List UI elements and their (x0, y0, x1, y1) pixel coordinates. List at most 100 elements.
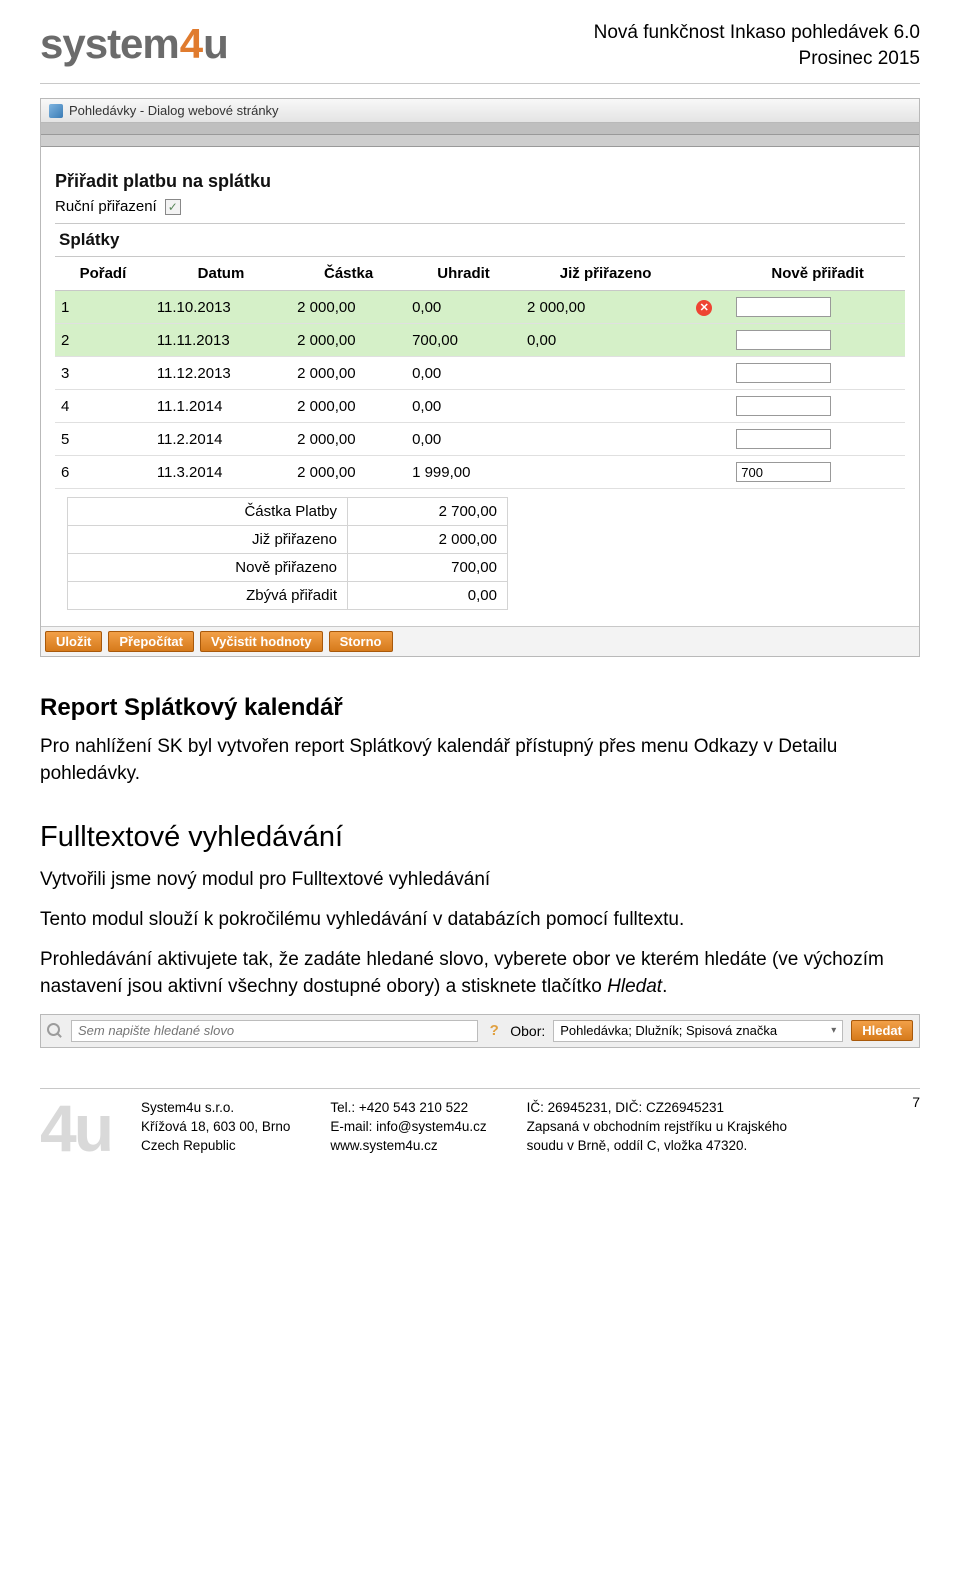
recalc-button[interactable]: Přepočítat (108, 631, 194, 652)
cell-poradi: 2 (55, 324, 151, 357)
cell-jiz (521, 456, 690, 489)
col-poradi: Pořadí (55, 257, 151, 291)
cell-castka: 2 000,00 (291, 390, 406, 423)
cell-datum: 11.11.2013 (151, 324, 291, 357)
obor-label: Obor: (510, 1023, 545, 1039)
manual-assign-checkbox[interactable]: ✓ (165, 199, 181, 215)
nove-input[interactable] (736, 396, 831, 416)
cell-uhradit: 1 999,00 (406, 456, 521, 489)
nove-input[interactable] (736, 330, 831, 350)
cell-jiz: 2 000,00 (521, 291, 690, 324)
col-datum: Datum (151, 257, 291, 291)
table-row: 111.10.20132 000,000,002 000,00✕ (55, 291, 905, 324)
cell-action: ✕ (690, 291, 730, 324)
search-button[interactable]: Hledat (851, 1020, 913, 1041)
table-row: 611.3.20142 000,001 999,00 (55, 456, 905, 489)
cell-nove (730, 423, 905, 456)
dialog-heading: Přiřadit platbu na splátku (55, 171, 905, 192)
window-icon (49, 104, 63, 118)
dialog-titlebar: Pohledávky - Dialog webové stránky (41, 99, 919, 123)
header-divider (40, 83, 920, 84)
cell-action (690, 390, 730, 423)
cell-poradi: 1 (55, 291, 151, 324)
cell-castka: 2 000,00 (291, 324, 406, 357)
col-jiz: Již přiřazeno (521, 257, 690, 291)
cell-poradi: 5 (55, 423, 151, 456)
summary-row: Nově přiřazeno700,00 (68, 554, 508, 582)
cell-castka: 2 000,00 (291, 357, 406, 390)
cell-poradi: 4 (55, 390, 151, 423)
doc-title: Nová funkčnost Inkaso pohledávek 6.0 (594, 20, 920, 46)
table-row: 311.12.20132 000,000,00 (55, 357, 905, 390)
footer-divider (40, 1088, 920, 1089)
cell-jiz (521, 357, 690, 390)
cell-datum: 11.2.2014 (151, 423, 291, 456)
col-action (690, 257, 730, 291)
cell-action (690, 357, 730, 390)
clear-button[interactable]: Vyčistit hodnoty (200, 631, 323, 652)
cell-jiz (521, 390, 690, 423)
footer-col-company: System4u s.r.o. Křížová 18, 603 00, Brno… (141, 1099, 290, 1156)
obor-dropdown[interactable]: Pohledávka; Dlužník; Spisová značka ▾ (553, 1020, 843, 1042)
installments-table: Pořadí Datum Částka Uhradit Již přiřazen… (55, 257, 905, 489)
cell-uhradit: 700,00 (406, 324, 521, 357)
save-button[interactable]: Uložit (45, 631, 102, 652)
cell-action (690, 324, 730, 357)
summary-label: Částka Platby (68, 498, 348, 526)
nove-input[interactable] (736, 363, 831, 383)
col-uhradit: Uhradit (406, 257, 521, 291)
search-icon (47, 1023, 63, 1039)
nove-input[interactable] (736, 462, 831, 482)
section2-intro: Vytvořili jsme nový modul pro Fulltextov… (40, 867, 920, 893)
summary-value: 2 000,00 (348, 526, 508, 554)
logo-text-1: system (40, 20, 179, 68)
nove-input[interactable] (736, 297, 831, 317)
cell-uhradit: 0,00 (406, 291, 521, 324)
section1-title: Report Splátkový kalendář (40, 691, 920, 724)
cell-poradi: 3 (55, 357, 151, 390)
cell-jiz (521, 423, 690, 456)
cell-nove (730, 390, 905, 423)
summary-value: 0,00 (348, 582, 508, 610)
table-row: 211.11.20132 000,00700,000,00 (55, 324, 905, 357)
storno-button[interactable]: Storno (329, 631, 393, 652)
dialog-screenshot: Pohledávky - Dialog webové stránky Přiřa… (40, 98, 920, 657)
cell-uhradit: 0,00 (406, 357, 521, 390)
obor-value: Pohledávka; Dlužník; Spisová značka (560, 1023, 777, 1038)
table-row: 411.1.20142 000,000,00 (55, 390, 905, 423)
summary-row: Již přiřazeno2 000,00 (68, 526, 508, 554)
cell-castka: 2 000,00 (291, 423, 406, 456)
summary-label: Již přiřazeno (68, 526, 348, 554)
search-input[interactable] (71, 1020, 478, 1042)
help-icon[interactable]: ? (486, 1023, 502, 1039)
cell-datum: 11.10.2013 (151, 291, 291, 324)
dialog-button-bar: Uložit Přepočítat Vyčistit hodnoty Storn… (41, 626, 919, 656)
cell-castka: 2 000,00 (291, 456, 406, 489)
section2-title: Fulltextové vyhledávání (40, 817, 920, 857)
summary-label: Nově přiřazeno (68, 554, 348, 582)
page-number: 7 (912, 1094, 920, 1110)
summary-value: 2 700,00 (348, 498, 508, 526)
col-nove: Nově přiřadit (730, 257, 905, 291)
cell-uhradit: 0,00 (406, 423, 521, 456)
section2-p2: Prohledávání aktivujete tak, že zadáte h… (40, 947, 920, 999)
table-row: 511.2.20142 000,000,00 (55, 423, 905, 456)
col-castka: Částka (291, 257, 406, 291)
logo-text-3: u (203, 20, 228, 68)
dialog-stripe-1 (41, 123, 919, 135)
chevron-down-icon: ▾ (831, 1025, 836, 1036)
dialog-title-text: Pohledávky - Dialog webové stránky (69, 103, 279, 118)
section1-body: Pro nahlížení SK byl vytvořen report Spl… (40, 734, 920, 786)
summary-value: 700,00 (348, 554, 508, 582)
cell-poradi: 6 (55, 456, 151, 489)
cell-castka: 2 000,00 (291, 291, 406, 324)
doc-subtitle: Prosinec 2015 (594, 46, 920, 72)
delete-icon[interactable]: ✕ (696, 300, 712, 316)
nove-input[interactable] (736, 429, 831, 449)
footer-logo: 4u (40, 1099, 111, 1158)
cell-nove (730, 456, 905, 489)
summary-table: Částka Platby2 700,00Již přiřazeno2 000,… (67, 497, 508, 610)
footer-col-contact: Tel.: +420 543 210 522 E-mail: info@syst… (330, 1099, 486, 1156)
manual-assign-label: Ruční přiřazení (55, 198, 157, 215)
cell-nove (730, 357, 905, 390)
